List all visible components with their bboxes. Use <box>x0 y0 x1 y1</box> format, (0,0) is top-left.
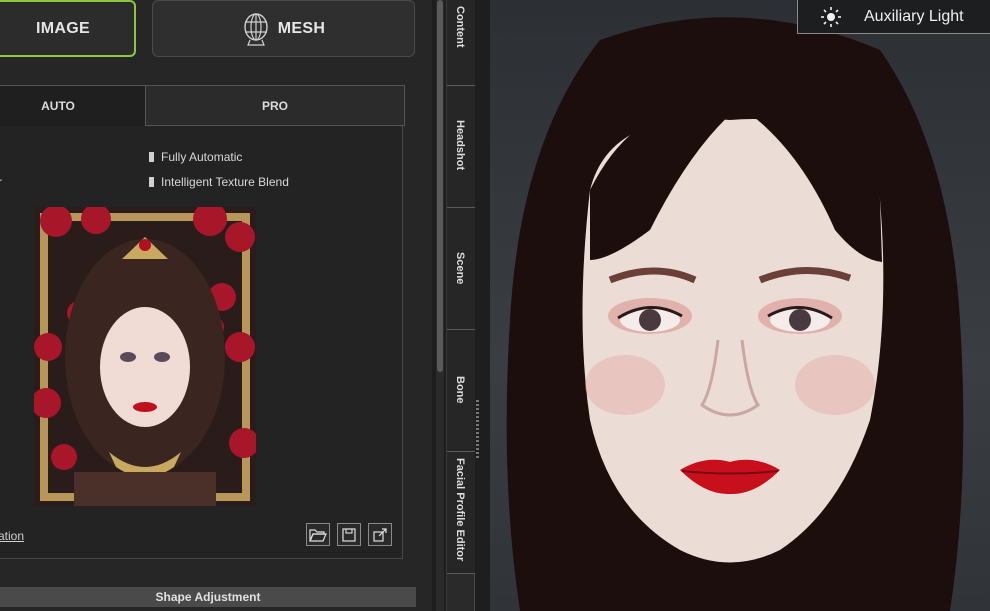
auxiliary-light-label: Auxiliary Light <box>864 7 964 25</box>
mesh-mode-label: MESH <box>277 19 326 37</box>
save-icon <box>342 527 356 542</box>
option-marker <box>149 152 154 162</box>
external-link-icon <box>373 527 387 542</box>
side-tab-facial-profile-editor-label: Facial Profile Editor <box>454 458 466 562</box>
tab-auto-label: AUTO <box>41 99 75 113</box>
option-marker <box>149 177 154 187</box>
left-option-partial[interactable]: r <box>0 175 2 189</box>
side-tabs: Content Headshot Scene Bone Facial Profi… <box>446 0 475 611</box>
image-mode-button[interactable]: IMAGE <box>0 0 136 57</box>
fully-automatic-label: Fully Automatic <box>161 150 243 164</box>
open-folder-button[interactable] <box>306 523 330 546</box>
image-mode-label: IMAGE <box>36 19 90 37</box>
auxiliary-light-button[interactable]: Auxiliary Light <box>797 0 990 34</box>
side-tab-bone[interactable]: Bone <box>447 330 475 452</box>
tab-pro[interactable]: PRO <box>145 85 405 126</box>
shape-adjustment-label: Shape Adjustment <box>155 590 261 604</box>
intelligent-texture-blend-label: Intelligent Texture Blend <box>161 175 289 189</box>
source-portrait-image <box>34 207 256 506</box>
side-tab-content[interactable]: Content <box>447 0 475 86</box>
left-option-partial-label: r <box>0 175 2 189</box>
rendered-head-model <box>506 17 964 611</box>
left-panel: IMAGE MESH AUTO PRO Fully Automatic r In… <box>0 0 432 611</box>
folder-open-icon <box>309 528 327 542</box>
intelligent-texture-blend-option[interactable]: Intelligent Texture Blend <box>149 175 289 189</box>
shape-adjustment-header[interactable]: Shape Adjustment <box>0 587 416 607</box>
side-tab-headshot[interactable]: Headshot <box>447 86 475 208</box>
side-tab-content-label: Content <box>454 6 466 48</box>
tab-pro-label: PRO <box>261 98 288 113</box>
side-tab-facial-profile-editor[interactable]: Facial Profile Editor <box>447 452 475 574</box>
side-tab-headshot-label: Headshot <box>454 120 466 171</box>
3d-viewport[interactable] <box>490 0 990 611</box>
side-tab-bone-label: Bone <box>454 376 466 404</box>
save-button[interactable] <box>337 523 361 546</box>
panel-scrollbar-thumb[interactable] <box>437 0 443 372</box>
mesh-mode-button[interactable]: MESH <box>152 0 415 57</box>
side-tab-scene[interactable]: Scene <box>447 208 475 330</box>
sun-icon <box>821 6 841 27</box>
mesh-globe-icon <box>244 12 268 46</box>
side-tab-scene-label: Scene <box>454 252 466 285</box>
partial-link[interactable]: ation <box>0 529 24 543</box>
detach-button[interactable] <box>368 523 392 546</box>
panel-resize-handle[interactable] <box>476 400 479 460</box>
tab-auto[interactable]: AUTO <box>0 85 146 126</box>
fully-automatic-option[interactable]: Fully Automatic <box>149 150 242 164</box>
